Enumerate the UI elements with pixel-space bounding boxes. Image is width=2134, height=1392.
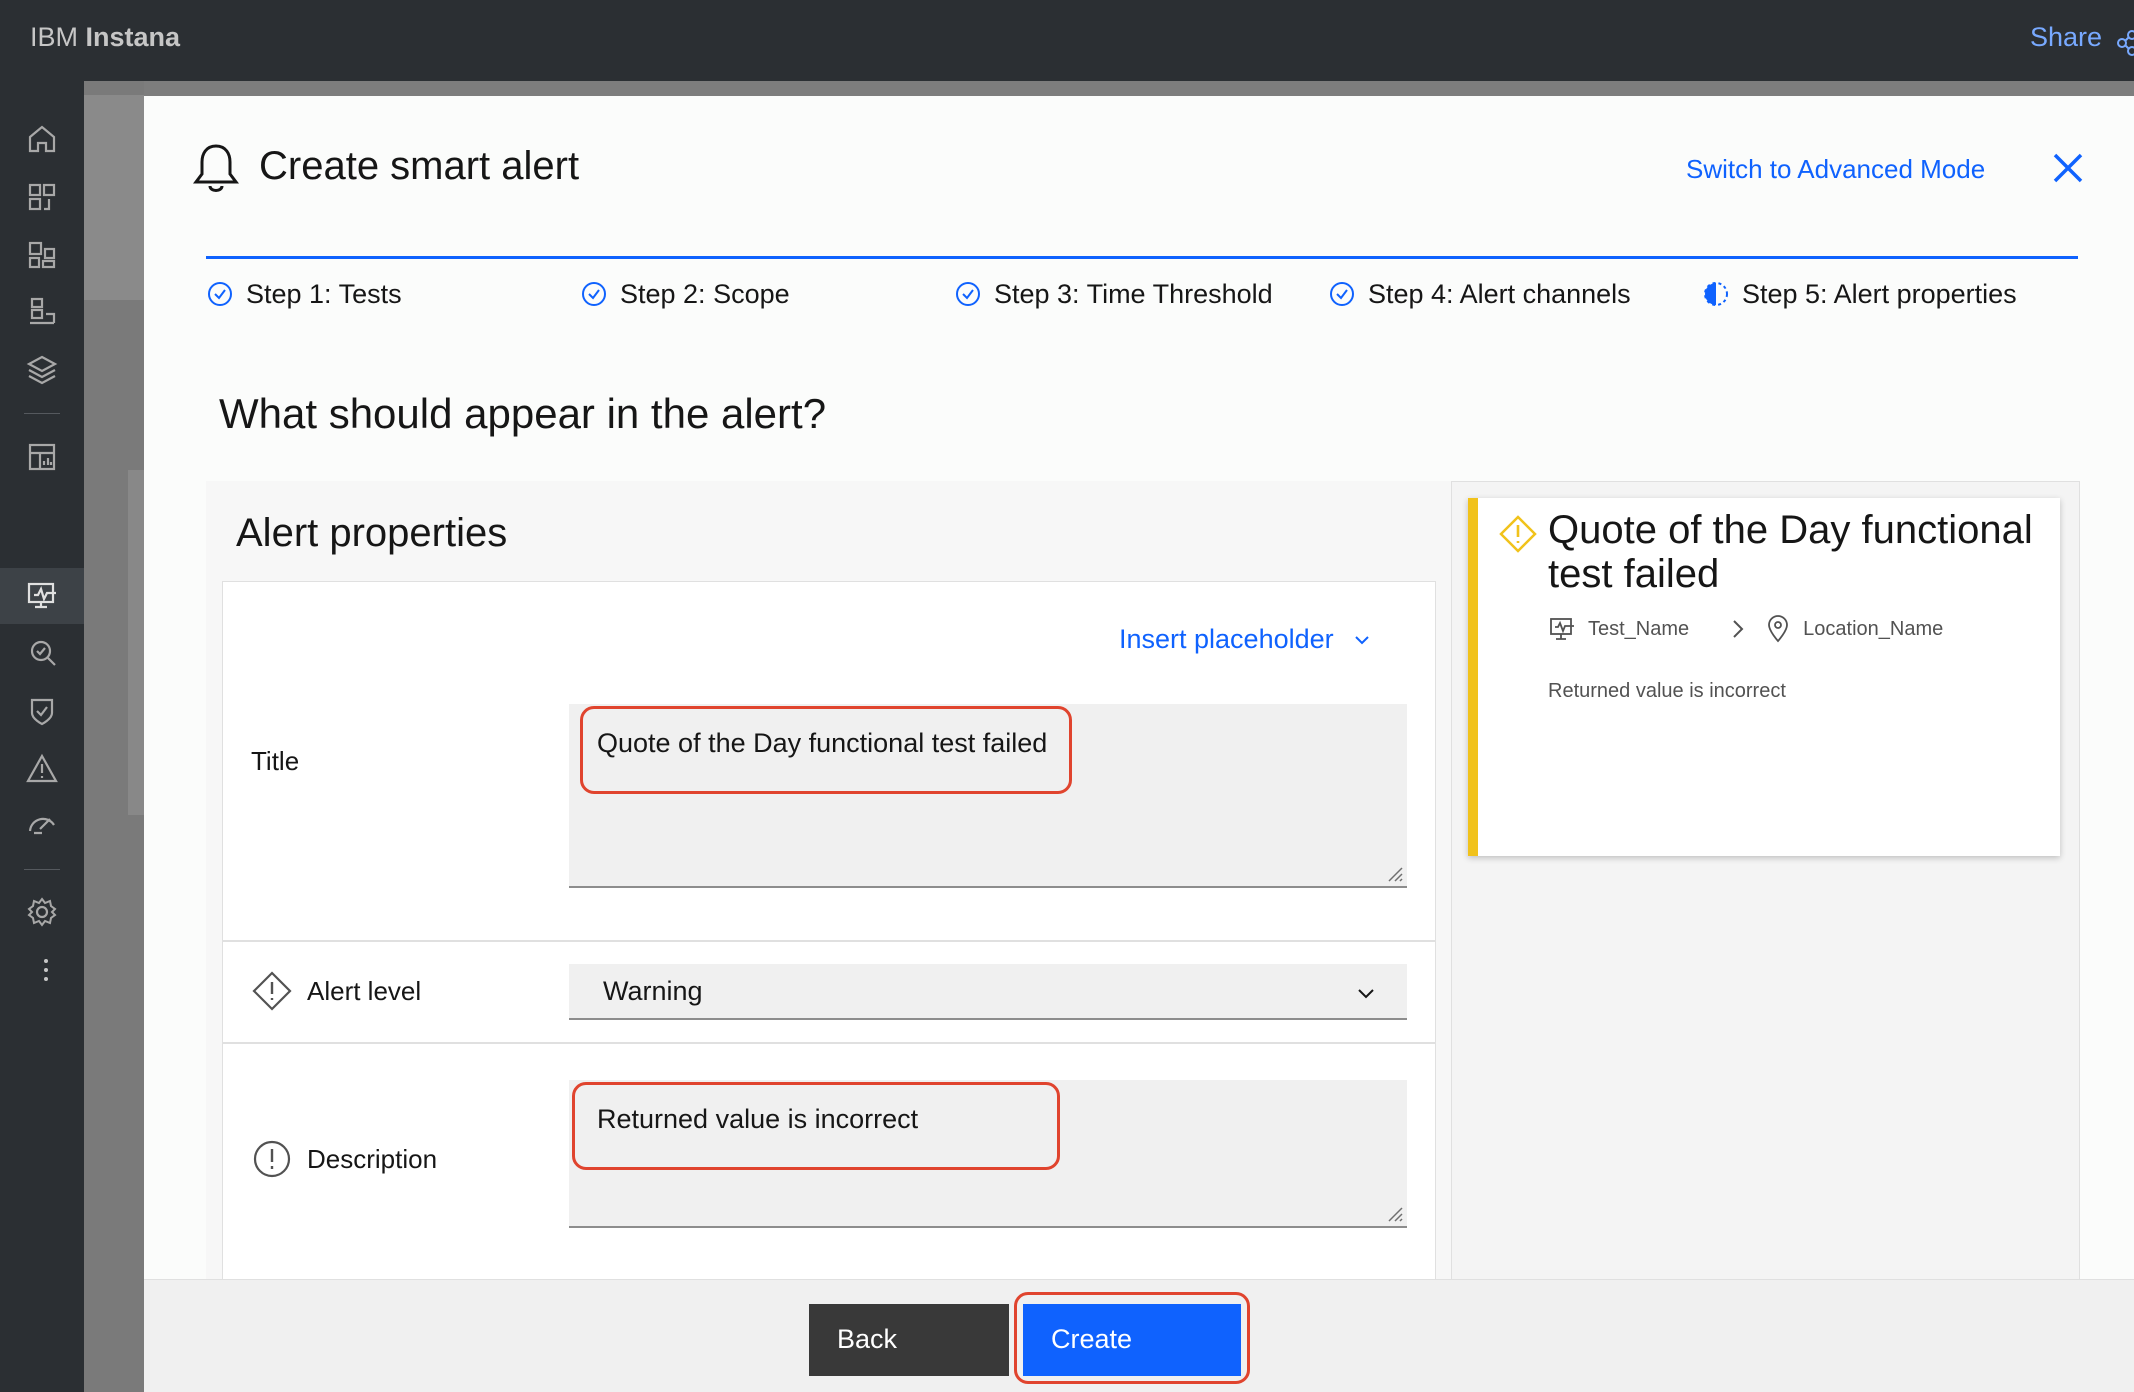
- alert-preview-card: Quote of the Day functional test failed …: [1468, 498, 2060, 856]
- alert-properties-form: Insert placeholder Title Quote of the Da…: [222, 581, 1436, 1361]
- incomplete-step-icon: [1704, 282, 1728, 306]
- close-icon[interactable]: [2050, 150, 2086, 186]
- alert-properties-panel: Alert properties Insert placeholder Titl…: [206, 481, 1452, 1361]
- step-alert-properties[interactable]: Step 5: Alert properties: [1702, 274, 2017, 314]
- preview-meta: Test_Name Location_Name: [1548, 614, 1943, 644]
- modal-title: Create smart alert: [259, 144, 580, 188]
- step-scope[interactable]: Step 2: Scope: [580, 274, 790, 314]
- synthetic-monitoring-icon[interactable]: [22, 575, 62, 615]
- more-icon[interactable]: [22, 950, 62, 990]
- top-header: IBM Instana Share: [0, 0, 2134, 81]
- share-icon[interactable]: [2116, 26, 2134, 56]
- security-icon[interactable]: [22, 691, 62, 731]
- analytics-icon[interactable]: [22, 633, 62, 673]
- stack-icon[interactable]: [22, 349, 62, 389]
- dashboard-icon[interactable]: [22, 437, 62, 477]
- brand-prefix: IBM: [30, 22, 79, 52]
- warning-diamond-icon: [252, 971, 292, 1011]
- checkmark-outline-icon: [1330, 282, 1354, 306]
- brand-name: Instana: [85, 22, 181, 52]
- preview-description: Returned value is incorrect: [1548, 680, 1786, 702]
- section-question: What should appear in the alert?: [219, 390, 827, 437]
- description-highlight: [572, 1082, 1060, 1170]
- create-smart-alert-modal: Create smart alert Switch to Advanced Mo…: [144, 96, 2134, 1392]
- step-label: Step 3: Time Threshold: [994, 278, 1273, 309]
- insert-placeholder-dropdown[interactable]: Insert placeholder: [1119, 624, 1372, 655]
- progress-indicator-line: [206, 256, 2078, 259]
- checkmark-outline-icon: [208, 282, 232, 306]
- settings-icon[interactable]: [22, 892, 62, 932]
- events-icon[interactable]: [22, 749, 62, 789]
- row-divider: [223, 1042, 1435, 1044]
- alert-level-select[interactable]: Warning: [569, 964, 1407, 1020]
- description-label-text: Description: [307, 1143, 438, 1174]
- create-highlight: [1014, 1292, 1250, 1384]
- resize-handle-icon[interactable]: [1385, 1204, 1403, 1222]
- home-icon[interactable]: [22, 119, 62, 159]
- checkmark-outline-icon: [582, 282, 606, 306]
- infrastructure-icon[interactable]: [22, 291, 62, 331]
- checkmark-outline-icon: [956, 282, 980, 306]
- title-label-text: Title: [251, 746, 300, 776]
- panel-heading: Alert properties: [236, 511, 508, 555]
- step-time-threshold[interactable]: Step 3: Time Threshold: [954, 274, 1273, 314]
- chevron-down-icon: [1358, 989, 1374, 999]
- performance-icon[interactable]: [22, 803, 62, 843]
- warning-diamond-icon: [1499, 515, 1537, 553]
- step-alert-channels[interactable]: Step 4: Alert channels: [1328, 274, 1631, 314]
- step-tests[interactable]: Step 1: Tests: [206, 274, 402, 314]
- bell-icon: [193, 144, 239, 192]
- row-divider: [223, 940, 1435, 942]
- application-topology-icon[interactable]: [22, 177, 62, 217]
- background-page-header: [84, 95, 144, 300]
- share-link[interactable]: Share: [2030, 22, 2102, 53]
- services-icon[interactable]: [22, 235, 62, 275]
- title-label: Title: [251, 746, 299, 777]
- brand-logo[interactable]: IBM Instana: [30, 22, 180, 53]
- preview-location-name: Location_Name: [1803, 617, 1944, 640]
- background-page-table: [128, 470, 144, 815]
- chevron-down-icon: [1354, 635, 1369, 644]
- nav-separator: [24, 869, 60, 870]
- alert-level-label: Alert level: [251, 970, 421, 1012]
- step-label: Step 5: Alert properties: [1742, 278, 2017, 309]
- chevron-right-icon: [1733, 620, 1744, 638]
- resize-handle-icon[interactable]: [1385, 864, 1403, 882]
- alert-level-label-text: Alert level: [307, 975, 422, 1006]
- info-circle-icon: [253, 1140, 291, 1178]
- switch-to-advanced-mode-link[interactable]: Switch to Advanced Mode: [1686, 154, 1985, 185]
- synthetic-test-icon: [1550, 618, 1574, 640]
- title-highlight: [580, 706, 1072, 794]
- preview-title: Quote of the Day functional test failed: [1548, 508, 2033, 596]
- nav-separator: [24, 413, 60, 414]
- insert-placeholder-label: Insert placeholder: [1119, 624, 1334, 654]
- step-label: Step 1: Tests: [246, 278, 402, 309]
- description-label: Description: [251, 1138, 437, 1180]
- back-button[interactable]: Back: [809, 1304, 1009, 1376]
- step-label: Step 2: Scope: [620, 278, 790, 309]
- step-label: Step 4: Alert channels: [1368, 278, 1631, 309]
- alert-level-value: Warning: [603, 976, 703, 1006]
- location-icon: [1768, 615, 1789, 643]
- left-navigation: [0, 81, 84, 1392]
- preview-test-name: Test_Name: [1588, 617, 1690, 640]
